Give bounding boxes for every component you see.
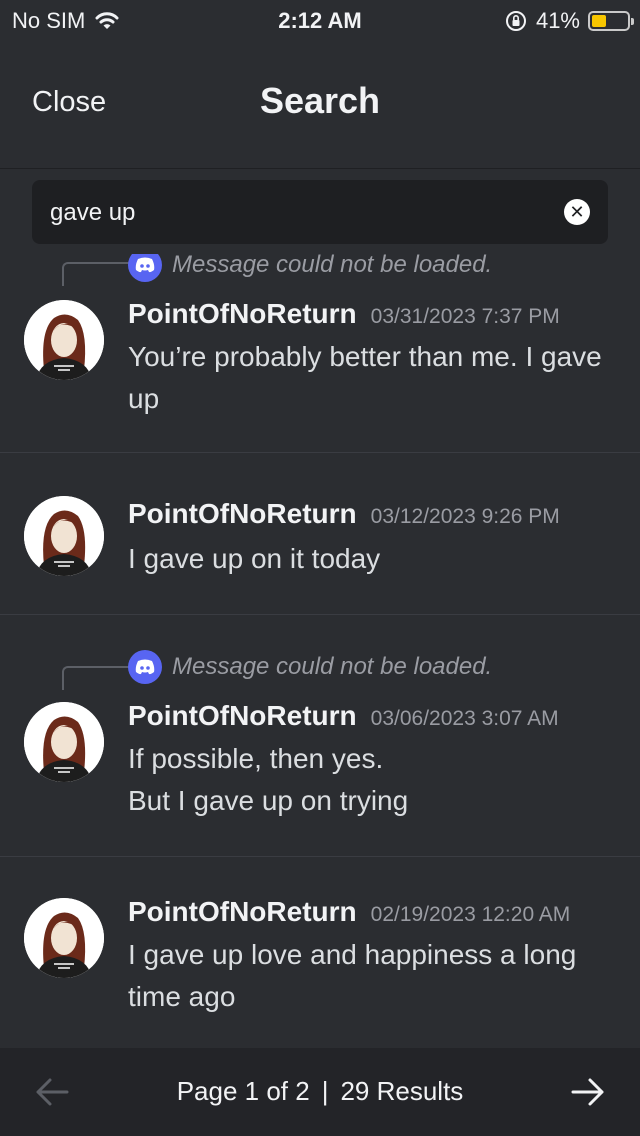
- timestamp: 03/31/2023 7:37 PM: [370, 305, 560, 328]
- search-header: Close Search: [0, 42, 640, 169]
- pagination-bar: Page 1 of 2 | 29 Results: [0, 1048, 640, 1136]
- status-right: 41%: [504, 8, 634, 34]
- message-content: If possible, then yes. But I gave up on …: [128, 738, 618, 822]
- status-bar: No SIM 2:12 AM 41%: [0, 0, 640, 42]
- search-input[interactable]: [48, 180, 552, 246]
- search-box: ✕: [32, 180, 608, 246]
- username[interactable]: PointOfNoReturn: [128, 700, 357, 731]
- reply-unavailable-text: Message could not be loaded.: [172, 254, 493, 278]
- username[interactable]: PointOfNoReturn: [128, 896, 357, 927]
- discord-logo-icon: [128, 650, 162, 684]
- search-result[interactable]: Message could not be loaded. PointOfNoRe…: [0, 614, 640, 857]
- page-indicator: Page 1 of 2: [176, 1076, 310, 1106]
- search-results: Message could not be loaded. PointOfNoRe…: [0, 254, 640, 1050]
- result-author: PointOfNoReturn 03/12/2023 9:26 PM: [128, 498, 560, 530]
- avatar[interactable]: [24, 300, 104, 380]
- avatar[interactable]: [24, 702, 104, 782]
- discord-logo-icon: [128, 254, 162, 282]
- pager-separator: |: [321, 1076, 329, 1106]
- message-content: You’re probably better than me. I gave u…: [128, 341, 602, 414]
- battery-level-fill: [592, 15, 606, 27]
- reply-reference: Message could not be loaded.: [128, 650, 492, 684]
- result-author: PointOfNoReturn 03/06/2023 3:07 AM: [128, 700, 559, 732]
- reply-connector: [62, 666, 130, 690]
- timestamp: 03/06/2023 3:07 AM: [370, 707, 559, 730]
- username[interactable]: PointOfNoReturn: [128, 298, 357, 329]
- avatar[interactable]: [24, 496, 104, 576]
- message-content: I gave up on it today: [128, 543, 381, 574]
- battery-tip: [631, 18, 634, 25]
- timestamp: 02/19/2023 12:20 AM: [370, 903, 571, 926]
- battery-percent: 41%: [535, 8, 580, 33]
- next-page-arrow-icon[interactable]: [570, 1076, 606, 1108]
- search-result[interactable]: Message could not be loaded. PointOfNoRe…: [0, 254, 640, 453]
- message-line: But I gave up on trying: [128, 785, 409, 816]
- search-result[interactable]: PointOfNoReturn 03/12/2023 9:26 PM I gave…: [0, 452, 640, 615]
- page-title: Search: [259, 80, 381, 121]
- avatar[interactable]: [24, 898, 104, 978]
- reply-unavailable-text: Message could not be loaded.: [172, 653, 493, 680]
- battery-icon: [588, 11, 634, 31]
- pagination-summary: Page 1 of 2 | 29 Results: [0, 1076, 640, 1107]
- message-line: If possible, then yes.: [128, 743, 384, 774]
- search-result[interactable]: PointOfNoReturn 02/19/2023 12:20 AM I gav…: [0, 856, 640, 1049]
- message-content: I gave up love and happiness a long time…: [128, 939, 577, 1012]
- clear-search-icon[interactable]: ✕: [564, 199, 590, 225]
- orientation-lock-icon: [505, 11, 526, 31]
- result-author: PointOfNoReturn 03/31/2023 7:37 PM: [128, 298, 560, 330]
- reply-reference: Message could not be loaded.: [128, 254, 492, 282]
- reply-connector: [62, 262, 130, 286]
- username[interactable]: PointOfNoReturn: [128, 498, 357, 529]
- results-count: 29 Results: [340, 1076, 464, 1106]
- result-author: PointOfNoReturn 02/19/2023 12:20 AM: [128, 896, 570, 928]
- timestamp: 03/12/2023 9:26 PM: [370, 505, 560, 528]
